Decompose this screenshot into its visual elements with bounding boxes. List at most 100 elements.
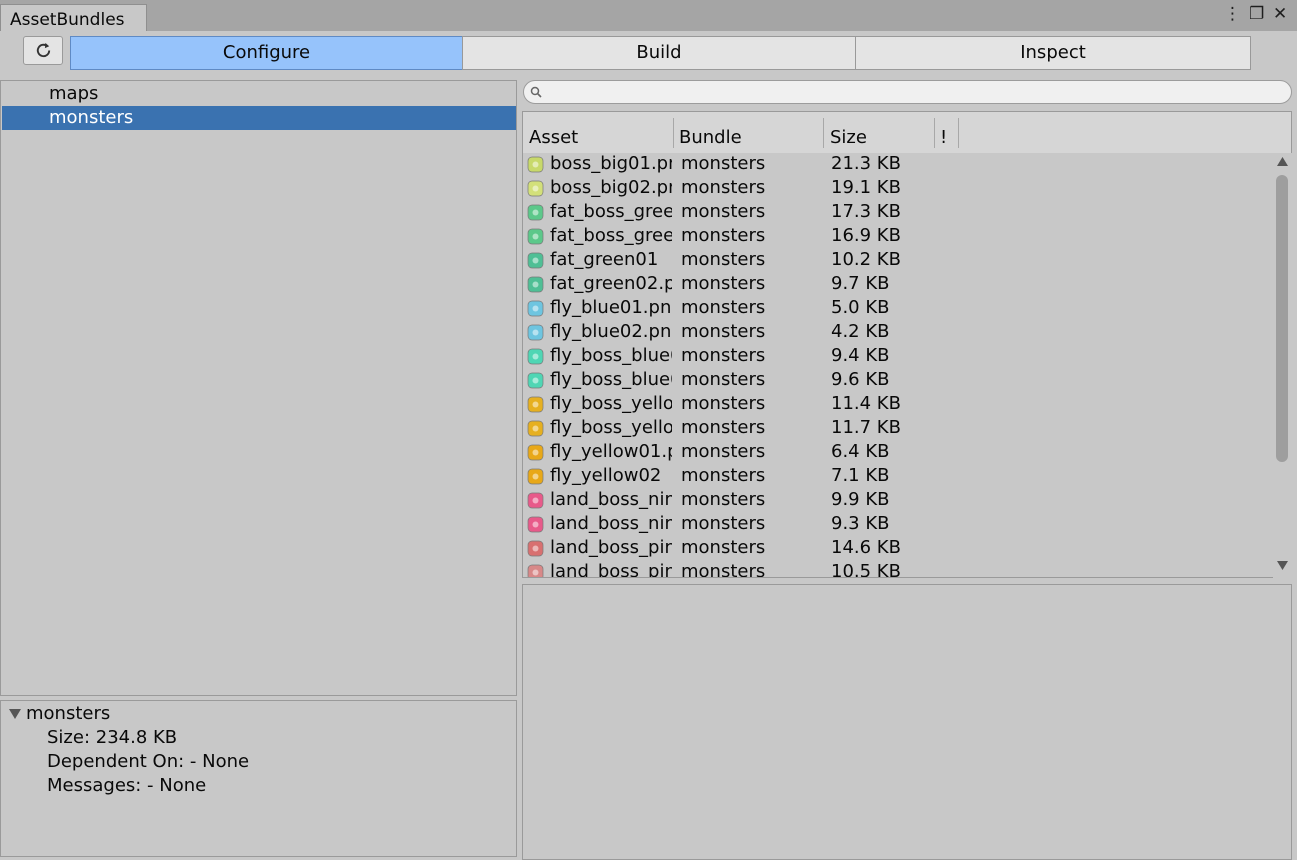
asset-name: fly_blue01.png xyxy=(550,297,672,318)
maximize-icon[interactable]: ❐ xyxy=(1249,4,1264,24)
asset-name: fly_boss_blue02.png xyxy=(550,369,672,390)
tab-build[interactable]: Build xyxy=(462,36,856,70)
table-row[interactable]: fly_boss_blue02.png monsters 9.6 KB xyxy=(523,368,1273,392)
asset-name: fat_green01 xyxy=(550,249,659,270)
asset-size: 6.4 KB xyxy=(831,441,890,462)
table-row[interactable]: fly_boss_yellow02.png monsters 11.7 KB xyxy=(523,416,1273,440)
table-row[interactable]: land_boss_nimble01.png monsters 9.9 KB xyxy=(523,488,1273,512)
bundle-item-label: monsters xyxy=(49,107,134,128)
table-row[interactable]: land_boss_pink01.png monsters 14.6 KB xyxy=(523,536,1273,560)
refresh-button[interactable] xyxy=(23,36,63,65)
texture-icon xyxy=(527,252,544,269)
table-row[interactable]: boss_big02.png monsters 19.1 KB xyxy=(523,176,1273,200)
table-row[interactable]: fly_yellow02 monsters 7.1 KB xyxy=(523,464,1273,488)
bundle-name: monsters xyxy=(681,297,766,318)
bundle-name: monsters xyxy=(681,465,766,486)
table-row[interactable]: fat_boss_green01.png monsters 17.3 KB xyxy=(523,200,1273,224)
bundle-name: monsters xyxy=(681,537,766,558)
asset-name: boss_big01.png xyxy=(550,153,672,174)
column-header-size[interactable]: Size xyxy=(830,127,867,148)
asset-size: 10.5 KB xyxy=(831,561,901,578)
window-tab[interactable]: AssetBundles xyxy=(0,4,147,31)
texture-icon xyxy=(527,516,544,533)
column-divider[interactable] xyxy=(823,118,824,148)
asset-name: land_boss_nimble02.png xyxy=(550,513,672,534)
asset-size: 11.4 KB xyxy=(831,393,901,414)
bundle-list: maps monsters xyxy=(0,80,517,696)
tab-inspect[interactable]: Inspect xyxy=(855,36,1251,70)
texture-icon xyxy=(527,204,544,221)
bundle-name: monsters xyxy=(681,321,766,342)
column-header-bundle[interactable]: Bundle xyxy=(679,127,742,148)
asset-size: 16.9 KB xyxy=(831,225,901,246)
table-row[interactable]: land_boss_pink02.png monsters 10.5 KB xyxy=(523,560,1273,578)
asset-name: land_boss_pink01.png xyxy=(550,537,672,558)
window-titlebar xyxy=(0,0,1297,31)
texture-icon xyxy=(527,540,544,557)
texture-icon xyxy=(527,324,544,341)
bundle-name: monsters xyxy=(681,225,766,246)
close-icon[interactable]: ✕ xyxy=(1273,4,1287,24)
bundle-item-monsters[interactable]: monsters xyxy=(2,106,516,130)
asset-name: fat_green02.png xyxy=(550,273,672,294)
bundle-name: monsters xyxy=(681,369,766,390)
texture-icon xyxy=(527,468,544,485)
texture-icon xyxy=(527,492,544,509)
texture-icon xyxy=(527,156,544,173)
column-header-asset[interactable]: Asset xyxy=(529,127,578,148)
table-row[interactable]: fly_blue02.png monsters 4.2 KB xyxy=(523,320,1273,344)
texture-icon xyxy=(527,300,544,317)
asset-name: boss_big02.png xyxy=(550,177,672,198)
search-input[interactable] xyxy=(523,80,1292,104)
search-icon xyxy=(530,86,542,98)
asset-name: fly_yellow02 xyxy=(550,465,662,486)
asset-preview-pane xyxy=(522,584,1292,860)
bundle-item-label: maps xyxy=(49,83,99,104)
table-row[interactable]: land_boss_nimble02.png monsters 9.3 KB xyxy=(523,512,1273,536)
table-row[interactable]: fat_green02.png monsters 9.7 KB xyxy=(523,272,1273,296)
table-row[interactable]: fly_blue01.png monsters 5.0 KB xyxy=(523,296,1273,320)
table-row[interactable]: fly_boss_blue01.png monsters 9.4 KB xyxy=(523,344,1273,368)
column-divider[interactable] xyxy=(958,118,959,148)
kebab-menu-icon[interactable]: ⋮ xyxy=(1224,4,1241,24)
column-divider[interactable] xyxy=(934,118,935,148)
table-row[interactable]: fat_green01 monsters 10.2 KB xyxy=(523,248,1273,272)
refresh-icon xyxy=(36,42,51,58)
asset-size: 21.3 KB xyxy=(831,153,901,174)
table-row[interactable]: fly_boss_yellow01.png monsters 11.4 KB xyxy=(523,392,1273,416)
window-tab-label: AssetBundles xyxy=(10,10,125,30)
asset-size: 9.7 KB xyxy=(831,273,890,294)
texture-icon xyxy=(527,564,544,577)
scrollbar-thumb[interactable] xyxy=(1276,175,1288,462)
bundle-name: monsters xyxy=(681,345,766,366)
asset-name: fly_blue02.png xyxy=(550,321,672,342)
table-row[interactable]: fat_boss_green02.png monsters 16.9 KB xyxy=(523,224,1273,248)
scroll-up-icon[interactable] xyxy=(1277,157,1288,166)
bundle-item-maps[interactable]: maps xyxy=(2,82,516,106)
details-dependent-on: Dependent On: - None xyxy=(47,751,250,772)
column-divider[interactable] xyxy=(673,118,674,148)
asset-name: land_boss_pink02.png xyxy=(550,561,672,578)
texture-icon xyxy=(527,420,544,437)
asset-size: 9.3 KB xyxy=(831,513,890,534)
triangle-down-icon[interactable] xyxy=(8,708,22,720)
asset-name: fat_boss_green02.png xyxy=(550,225,672,246)
table-scrollbar[interactable] xyxy=(1273,153,1292,578)
texture-icon xyxy=(527,396,544,413)
texture-icon xyxy=(527,372,544,389)
bundle-name: monsters xyxy=(681,177,766,198)
asset-size: 9.6 KB xyxy=(831,369,890,390)
table-row[interactable]: fly_yellow01.png monsters 6.4 KB xyxy=(523,440,1273,464)
asset-name: fat_boss_green01.png xyxy=(550,201,672,222)
details-size: Size: 234.8 KB xyxy=(47,727,178,748)
bundle-name: monsters xyxy=(681,273,766,294)
asset-table: Asset Bundle Size ! boss_big01.pngmonste… xyxy=(522,111,1292,578)
bundle-name: monsters xyxy=(681,249,766,270)
asset-size: 7.1 KB xyxy=(831,465,890,486)
scroll-down-icon[interactable] xyxy=(1277,561,1288,570)
bundle-name: monsters xyxy=(681,489,766,510)
table-row[interactable]: boss_big01.png monsters 21.3 KB xyxy=(523,152,1273,176)
column-header-warning[interactable]: ! xyxy=(940,127,947,148)
tab-configure[interactable]: Configure xyxy=(70,36,463,70)
texture-icon xyxy=(527,444,544,461)
